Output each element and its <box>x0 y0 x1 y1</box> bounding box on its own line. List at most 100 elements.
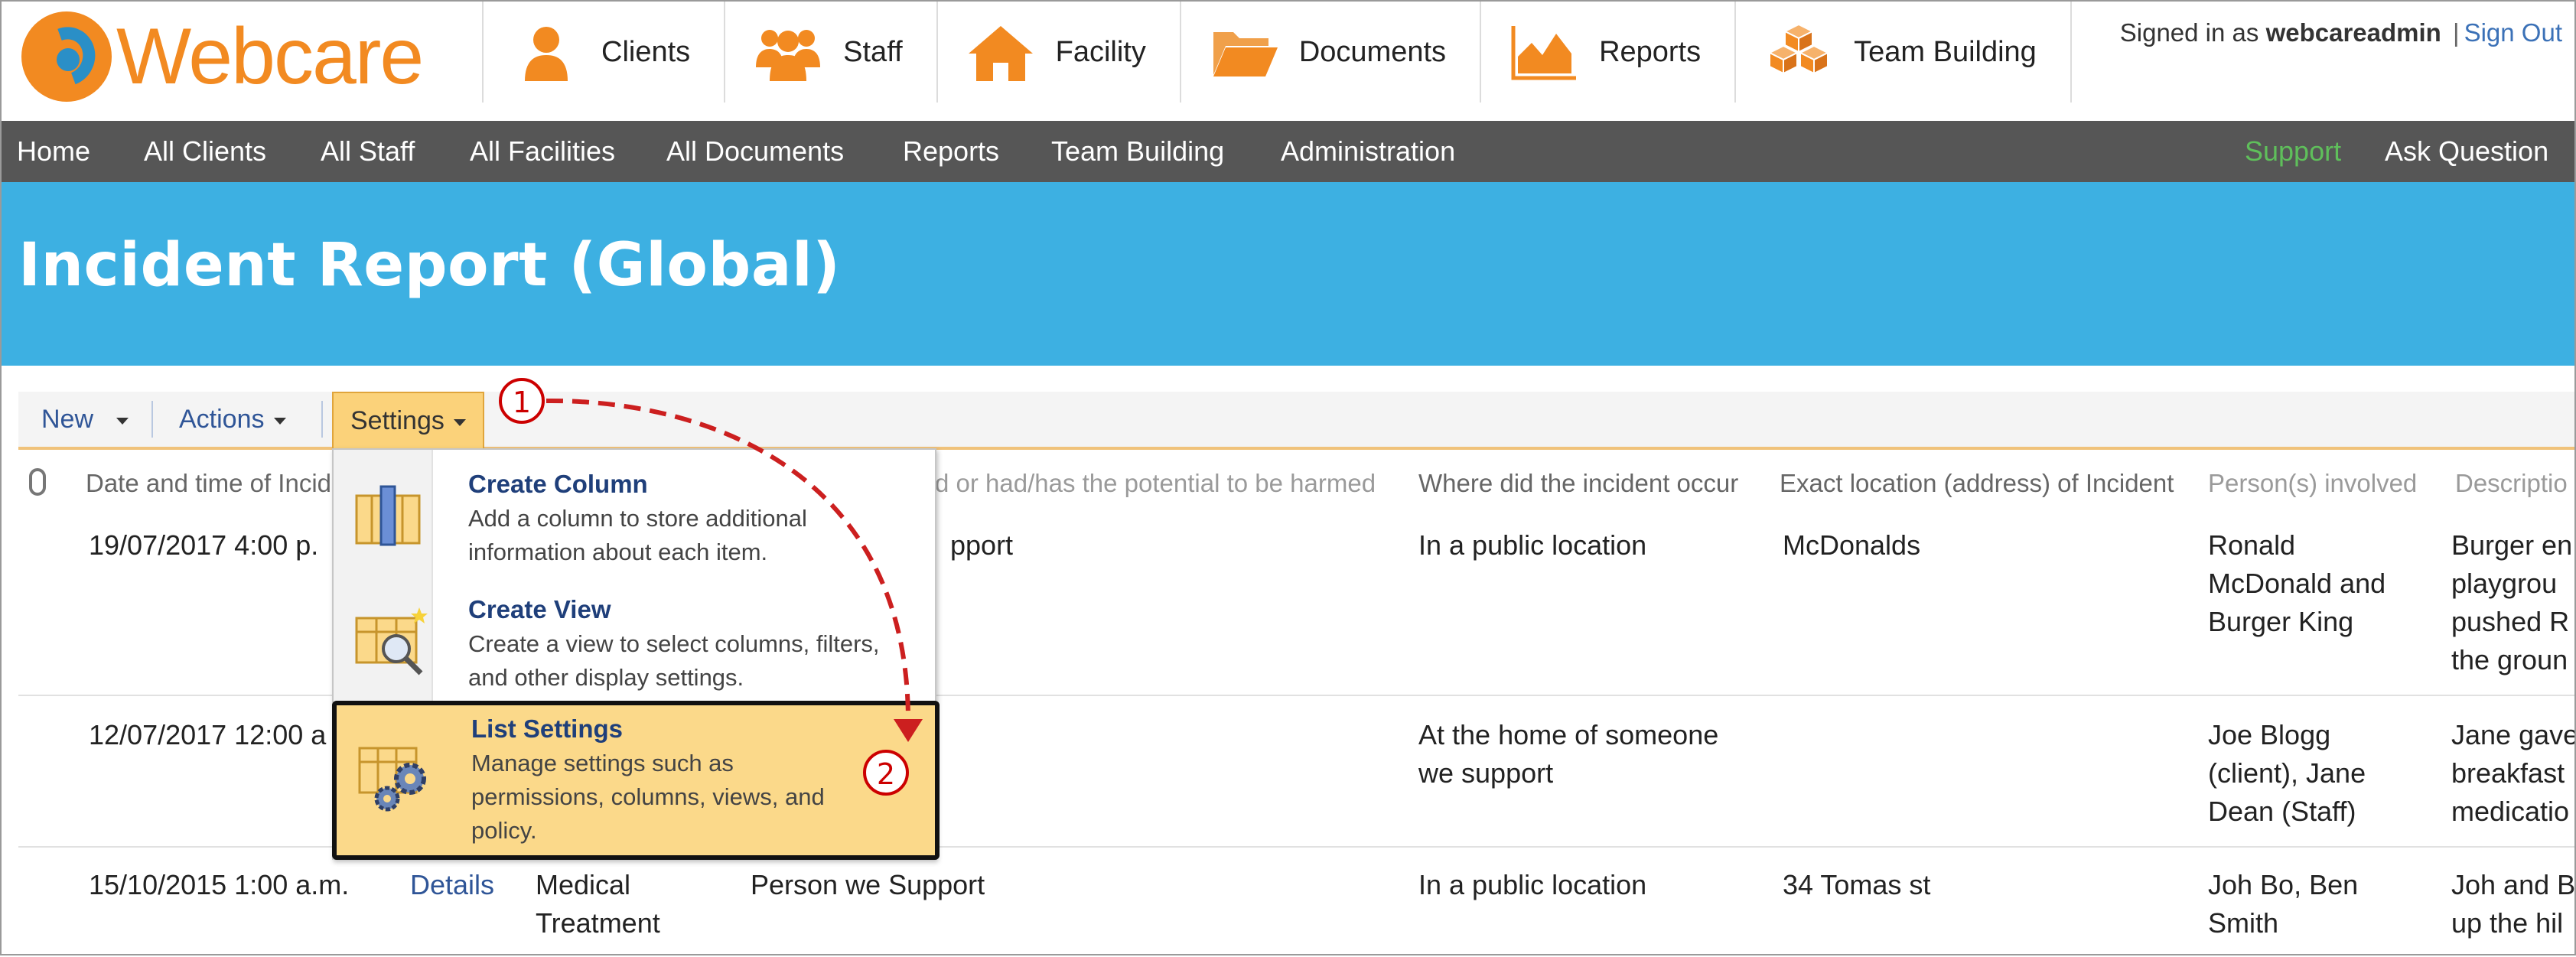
column-header-location[interactable]: Exact location (address) of Incident <box>1780 453 2193 514</box>
create-view-icon <box>355 607 428 675</box>
chevron-down-icon[interactable] <box>116 417 129 425</box>
sub-nav: Home All Clients All Staff All Facilitie… <box>2 121 2574 182</box>
menu-item-title: Create View <box>468 595 611 623</box>
sub-nav-all-documents[interactable]: All Documents <box>666 121 844 182</box>
cell-line: Joh and B <box>2451 869 2574 900</box>
group-icon <box>756 30 821 81</box>
cell-date: 12/07/2017 12:00 a <box>89 719 327 750</box>
cell-line: (client), Jane <box>2208 757 2366 789</box>
page-title: Incident Report (Global) <box>18 231 841 300</box>
cell-line: up the hil <box>2451 907 2564 939</box>
main-nav-staff[interactable]: Staff <box>724 2 936 103</box>
logo-mark-icon <box>21 11 112 102</box>
main-nav-team-building[interactable]: Team Building <box>1734 2 2072 103</box>
main-nav-label: Team Building <box>1854 35 2037 68</box>
menu-item-title: Create Column <box>468 470 648 498</box>
main-nav: Clients Staff Facility Documents Reports… <box>482 2 2072 103</box>
signin-prefix: Signed in as <box>2119 18 2259 47</box>
cell-persons: Ronald McDonald and Burger King <box>2208 526 2385 641</box>
cell-location: 34 Tomas st <box>1783 869 1931 900</box>
create-column-icon <box>355 485 421 546</box>
cell-harmed: Person we Support <box>751 869 985 900</box>
main-nav-reports[interactable]: Reports <box>1480 2 1734 103</box>
attachment-icon <box>29 468 46 496</box>
main-nav-facility[interactable]: Facility <box>936 2 1180 103</box>
sub-nav-administration[interactable]: Administration <box>1281 121 1455 182</box>
cell-line: Burger en <box>2451 529 2573 561</box>
top-header: Webcare Clients Staff Facility Documents… <box>2 2 2574 121</box>
cell-line: playgrou <box>2451 568 2558 599</box>
toolbar-divider <box>321 401 323 438</box>
list-settings-icon <box>358 747 426 812</box>
menu-item-desc: Create a view to select columns, filters… <box>468 630 880 691</box>
column-header-date[interactable]: Date and time of Incid <box>86 453 346 514</box>
signin-username: webcareadmin <box>2265 18 2441 47</box>
cell-type: Medical Treatment <box>536 866 660 942</box>
person-icon <box>525 27 568 81</box>
menu-item-desc: Manage settings such as permissions, col… <box>471 750 825 844</box>
new-button-label: New <box>41 405 94 434</box>
sub-nav-support[interactable]: Support <box>2245 121 2341 182</box>
cell-harmed: pport <box>950 529 1014 561</box>
cell-date: 19/07/2017 4:00 p. <box>89 529 319 561</box>
main-nav-clients[interactable]: Clients <box>482 2 724 103</box>
column-header-harmed[interactable]: d or had/has the potential to be harmed <box>935 453 1409 514</box>
cell-line: Treatment <box>536 907 660 939</box>
main-nav-label: Reports <box>1599 35 1702 68</box>
column-header-where[interactable]: Where did the incident occur <box>1418 453 1770 514</box>
actions-button-label: Actions <box>179 405 265 434</box>
menu-item-create-view[interactable]: Create View Create a view to select colu… <box>334 581 935 704</box>
column-header-description[interactable]: Descriptio <box>2455 453 2576 514</box>
page-banner: Incident Report (Global) <box>2 182 2574 366</box>
cell-where: At the home of someone we support <box>1418 716 1718 793</box>
signin-separator: | <box>2453 18 2460 47</box>
settings-button[interactable]: Settings <box>332 392 484 450</box>
chart-icon <box>1511 26 1577 80</box>
sub-nav-all-facilities[interactable]: All Facilities <box>470 121 615 182</box>
cell-line: Ronald <box>2208 529 2296 561</box>
cell-persons: Joh Bo, Ben Smith <box>2208 866 2358 942</box>
folder-icon <box>1213 32 1278 76</box>
new-button[interactable]: New <box>41 392 129 447</box>
sub-nav-all-staff[interactable]: All Staff <box>321 121 415 182</box>
toolbar-divider <box>151 401 153 438</box>
sub-nav-reports[interactable]: Reports <box>903 121 999 182</box>
column-header-persons[interactable]: Person(s) involved <box>2208 453 2438 514</box>
cell-where: In a public location <box>1418 869 1647 900</box>
main-nav-label: Clients <box>601 35 691 68</box>
cell-location: McDonalds <box>1783 529 1921 561</box>
webcare-logo[interactable]: Webcare <box>21 9 424 104</box>
signin-status: Signed in as webcareadmin | Sign Out <box>2120 18 2562 47</box>
blocks-icon <box>1767 23 1830 75</box>
chevron-down-icon <box>453 418 466 426</box>
chevron-down-icon <box>273 417 286 425</box>
sub-nav-ask-question[interactable]: Ask Question <box>2385 121 2548 182</box>
menu-item-create-column[interactable]: Create Column Add a column to store addi… <box>334 457 935 572</box>
cell-line: Smith <box>2208 907 2279 939</box>
main-nav-label: Staff <box>843 35 903 68</box>
main-nav-documents[interactable]: Documents <box>1179 2 1480 103</box>
details-link[interactable]: Details <box>410 866 494 904</box>
cell-line: Burger King <box>2208 606 2354 637</box>
step-2-badge: 2 <box>863 750 909 796</box>
cell-line: Joe Blogg <box>2208 719 2331 750</box>
cell-line: breakfast <box>2451 757 2565 789</box>
cell-line: At the home of someone <box>1418 719 1719 750</box>
menu-item-title: List Settings <box>471 714 624 743</box>
main-nav-label: Facility <box>1055 35 1146 68</box>
sub-nav-all-clients[interactable]: All Clients <box>144 121 266 182</box>
cell-line: Dean (Staff) <box>2208 796 2356 827</box>
sign-out-link[interactable]: Sign Out <box>2464 18 2562 47</box>
cell-date: 15/10/2015 1:00 a.m. <box>89 869 350 900</box>
main-nav-label: Documents <box>1298 35 1447 68</box>
sub-nav-team-building[interactable]: Team Building <box>1051 121 1224 182</box>
cell-line: Jane gave <box>2451 719 2574 750</box>
cell-description: Jane gave breakfast medicatio <box>2451 716 2574 831</box>
menu-item-list-settings[interactable]: List Settings Manage settings such as pe… <box>332 701 940 860</box>
cell-line: Medical <box>536 869 631 900</box>
actions-button[interactable]: Actions <box>179 392 286 447</box>
cell-persons: Joe Blogg (client), Jane Dean (Staff) <box>2208 716 2366 831</box>
sub-nav-home[interactable]: Home <box>17 121 90 182</box>
house-icon <box>968 26 1033 81</box>
settings-button-label: Settings <box>350 406 445 435</box>
